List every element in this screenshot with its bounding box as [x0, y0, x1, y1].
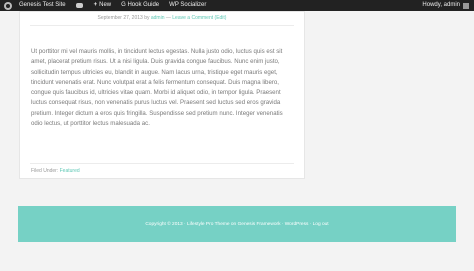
- post-by: by: [144, 15, 150, 21]
- site-footer: Copyright © 2013 · Lifestyle Pro Theme o…: [18, 206, 456, 242]
- admin-bar-new[interactable]: + New: [89, 0, 117, 11]
- admin-bar-account[interactable]: Howdy, admin: [417, 0, 474, 11]
- plus-icon: +: [93, 2, 98, 8]
- howdy-label: Howdy, admin: [422, 2, 460, 8]
- footer-divider: [30, 163, 294, 164]
- comment-bubble-icon: [75, 3, 83, 8]
- avatar: [463, 2, 469, 9]
- admin-bar-hook-guide[interactable]: G Hook Guide: [116, 0, 164, 11]
- post-categories: Filed Under: Featured: [31, 168, 80, 174]
- post-author-link[interactable]: admin: [151, 15, 165, 21]
- post-date: September 27, 2013: [97, 15, 143, 21]
- footer-credits[interactable]: Copyright © 2013 · Lifestyle Pro Theme o…: [145, 222, 328, 227]
- wordpress-logo-icon[interactable]: [4, 1, 12, 10]
- leave-comment-link[interactable]: Leave a Comment (Edit): [172, 15, 226, 21]
- admin-bar-new-label: New: [99, 2, 112, 8]
- admin-bar: Genesis Test Site + New G Hook Guide WP …: [0, 0, 474, 11]
- meta-separator: —: [165, 15, 171, 21]
- admin-bar-socializer[interactable]: WP Socializer: [164, 0, 211, 11]
- admin-bar-comments[interactable]: [71, 0, 89, 11]
- post-meta: September 27, 2013 by admin — Leave a Co…: [20, 15, 304, 21]
- filed-under-label: Filed Under:: [31, 168, 59, 174]
- meta-divider: [30, 25, 294, 26]
- admin-bar-site-name[interactable]: Genesis Test Site: [14, 0, 71, 11]
- post-content: Ut porttitor mi vel mauris mollis, in ti…: [31, 48, 283, 128]
- category-link[interactable]: Featured: [60, 168, 80, 174]
- post-card: September 27, 2013 by admin — Leave a Co…: [19, 11, 305, 179]
